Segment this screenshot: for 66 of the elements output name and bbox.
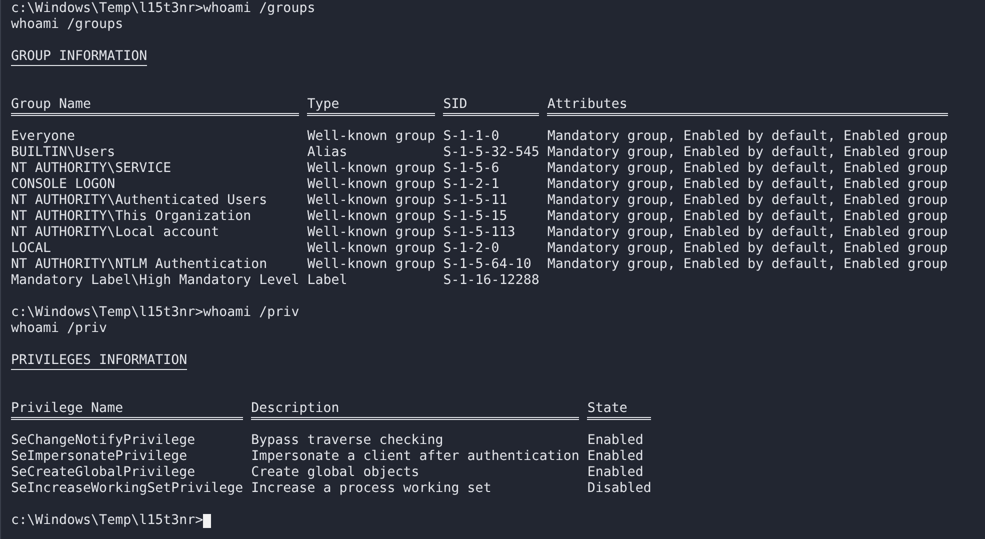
column-header: Attributes: [547, 97, 628, 113]
table-cell: S-1-5-32-545: [443, 145, 540, 160]
table-cell: S-1-2-1: [443, 177, 500, 192]
table-cell: S-1-2-0: [443, 241, 500, 256]
table-cell: Well-known group: [307, 209, 436, 224]
command-line: c:\Windows\Temp\l15t3nr>whoami /groups: [11, 1, 316, 17]
column-header: Type: [307, 97, 340, 113]
table-cell: Enabled: [587, 433, 644, 448]
table-cell: S-1-16-12288: [443, 273, 540, 288]
table-cell: Everyone: [11, 129, 76, 144]
command-line: c:\Windows\Temp\l15t3nr>whoami /priv: [11, 305, 300, 321]
section-title: PRIVILEGES INFORMATION: [11, 353, 188, 369]
table-cell: Mandatory group, Enabled by default, Enabled group: [547, 193, 948, 208]
table-cell: Create global objects: [251, 465, 420, 480]
table-cell: BUILTIN\Users: [11, 145, 116, 160]
table-cell: SeCreateGlobalPrivilege: [11, 465, 196, 480]
table-cell: Mandatory group, Enabled by default, Enabled group: [547, 161, 948, 176]
table-cell: Well-known group: [307, 161, 436, 176]
column-header: SID: [443, 97, 468, 113]
table-cell: NT AUTHORITY\Authenticated Users: [11, 193, 268, 208]
table-cell: Well-known group: [307, 225, 436, 240]
table-cell: S-1-5-64-10: [443, 257, 532, 272]
table-cell: Mandatory Label\High Mandatory Level: [11, 273, 300, 288]
table-cell: Impersonate a client after authentication: [251, 449, 580, 464]
text-cursor-icon: [203, 514, 212, 528]
table-cell: Mandatory group, Enabled by default, Enabled group: [547, 257, 948, 272]
table-cell: Mandatory group, Enabled by default, Enabled group: [547, 209, 948, 224]
table-cell: SeChangeNotifyPrivilege: [11, 433, 196, 448]
table-cell: Alias: [307, 145, 348, 160]
section-title: GROUP INFORMATION: [11, 49, 148, 65]
table-cell: Mandatory group, Enabled by default, Enabled group: [547, 241, 948, 256]
table-cell: LOCAL: [11, 241, 52, 256]
table-cell: Disabled: [587, 481, 652, 496]
table-cell: Increase a process working set: [251, 481, 492, 496]
table-cell: Mandatory group, Enabled by default, Enabled group: [547, 225, 948, 240]
table-cell: Enabled: [587, 449, 644, 464]
table-cell: Well-known group: [307, 257, 436, 272]
table-cell: Enabled: [587, 465, 644, 480]
table-cell: Well-known group: [307, 177, 436, 192]
table-cell: Mandatory group, Enabled by default, Enabled group: [547, 145, 948, 160]
table-cell: SeIncreaseWorkingSetPrivilege: [11, 481, 244, 496]
table-cell: CONSOLE LOGON: [11, 177, 116, 192]
table-cell: Well-known group: [307, 241, 436, 256]
table-cell: Mandatory group, Enabled by default, Enabled group: [547, 177, 948, 192]
command-prompt: c:\Windows\Temp\l15t3nr>: [11, 513, 204, 529]
table-cell: NT AUTHORITY\NTLM Authentication: [11, 257, 268, 272]
column-header: Description: [251, 401, 340, 417]
table-cell: Well-known group: [307, 129, 436, 144]
column-header: Group Name: [11, 97, 92, 113]
table-cell: S-1-5-15: [443, 209, 508, 224]
table-cell: S-1-5-6: [443, 161, 500, 176]
table-cell: NT AUTHORITY\Local account: [11, 225, 220, 240]
column-header: State: [587, 401, 628, 417]
table-cell: Bypass traverse checking: [251, 433, 444, 448]
table-cell: S-1-1-0: [443, 129, 500, 144]
table-cell: Well-known group: [307, 193, 436, 208]
table-cell: NT AUTHORITY\This Organization: [11, 209, 252, 224]
command-echo: whoami /priv: [11, 321, 108, 337]
table-cell: Mandatory group, Enabled by default, Enabled group: [547, 129, 948, 144]
table-cell: NT AUTHORITY\SERVICE: [11, 161, 172, 176]
command-echo: whoami /groups: [11, 17, 124, 33]
column-header: Privilege Name: [11, 401, 124, 417]
table-cell: Label: [307, 273, 348, 288]
table-cell: S-1-5-11: [443, 193, 508, 208]
table-cell: SeImpersonatePrivilege: [11, 449, 188, 464]
table-cell: S-1-5-113: [443, 225, 516, 240]
